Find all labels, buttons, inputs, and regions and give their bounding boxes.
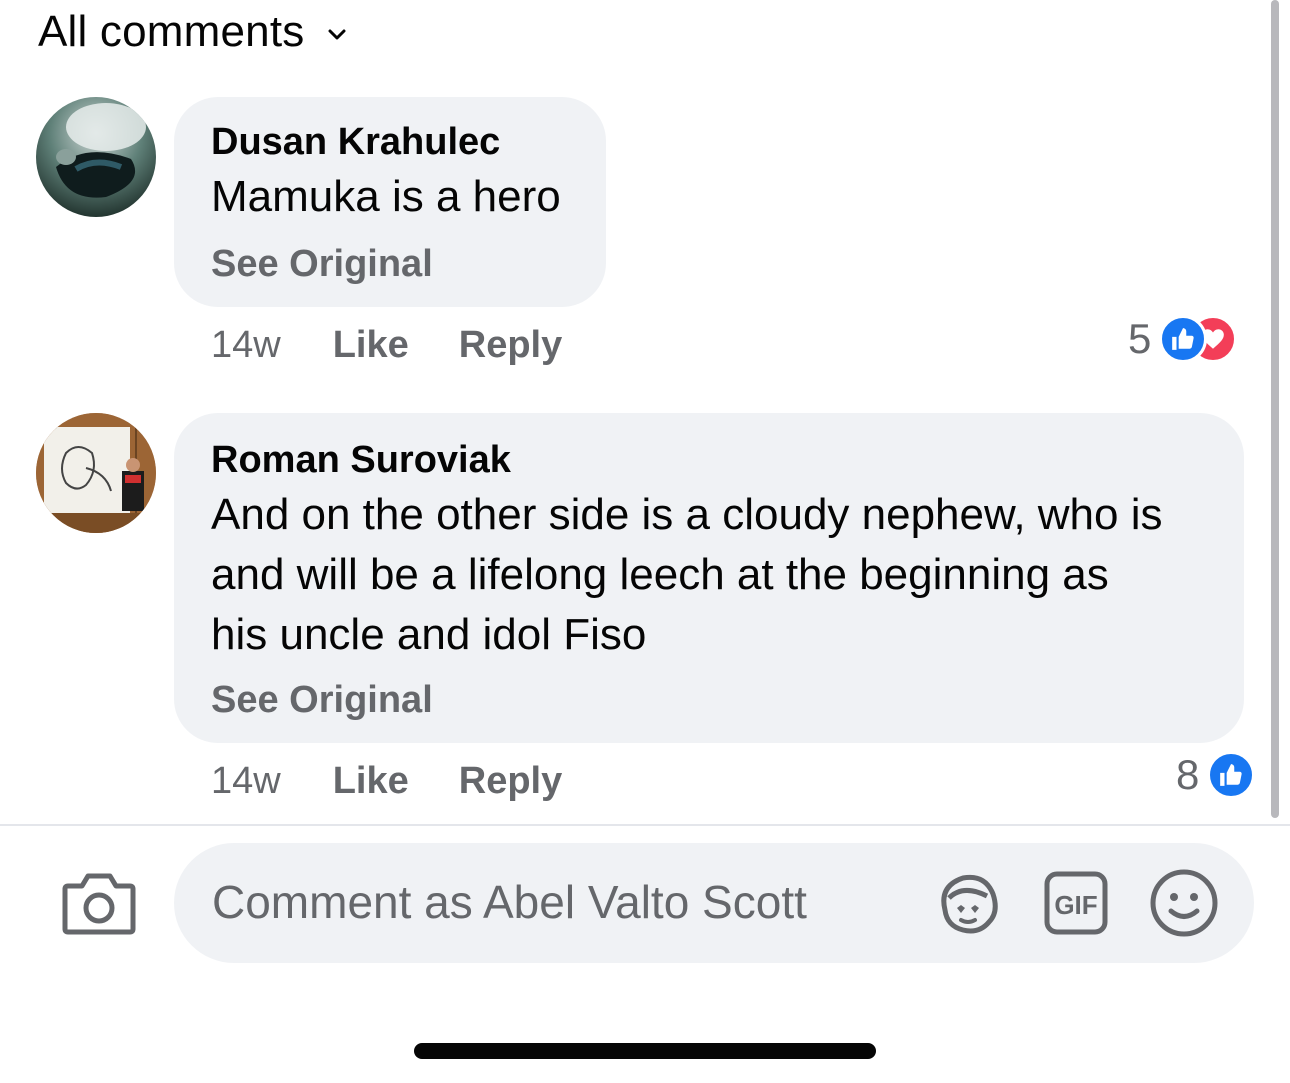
reaction-count: 8 xyxy=(1176,751,1200,798)
comments-filter-label: All comments xyxy=(38,7,305,56)
comment-time: 14w xyxy=(211,324,281,366)
comments-filter[interactable]: All comments xyxy=(38,6,348,58)
like-reaction-icon xyxy=(1207,751,1256,799)
comment-author[interactable]: Dusan Krahulec xyxy=(211,121,500,164)
emoji-icon[interactable] xyxy=(1148,867,1220,939)
reaction-count: 5 xyxy=(1128,315,1152,362)
comment-time: 14w xyxy=(211,760,281,802)
svg-text:GIF: GIF xyxy=(1054,890,1097,920)
avatar[interactable] xyxy=(36,97,156,217)
like-button[interactable]: Like xyxy=(333,324,409,367)
gif-icon[interactable]: GIF xyxy=(1040,867,1112,939)
camera-icon[interactable] xyxy=(62,870,136,936)
like-button[interactable]: Like xyxy=(333,760,409,803)
comment-text-line: and will be a lifelong leech at the begi… xyxy=(211,550,1109,599)
comment-actions: 14w Like Reply xyxy=(211,760,562,803)
reply-button[interactable]: Reply xyxy=(459,324,562,367)
comment-text: Mamuka is a hero xyxy=(211,172,561,221)
avatar[interactable] xyxy=(36,413,156,533)
comment-author[interactable]: Roman Suroviak xyxy=(211,439,511,482)
comment-actions: 14w Like Reply xyxy=(211,324,562,367)
see-original-link[interactable]: See Original xyxy=(211,679,433,722)
avatar-sticker-icon[interactable] xyxy=(932,867,1004,939)
reply-button[interactable]: Reply xyxy=(459,760,562,803)
comment-bubble[interactable]: Roman Suroviak And on the other side is … xyxy=(174,413,1244,743)
reaction-summary[interactable]: 8 xyxy=(1176,751,1256,799)
comment-text-line: his uncle and idol Fiso xyxy=(211,610,647,659)
see-original-link[interactable]: See Original xyxy=(211,243,433,286)
comment-bubble[interactable]: Dusan Krahulec Mamuka is a hero See Orig… xyxy=(174,97,606,307)
divider xyxy=(0,824,1290,826)
home-indicator[interactable] xyxy=(414,1043,876,1059)
scrollbar[interactable] xyxy=(1271,0,1279,818)
comment-text-line: And on the other side is a cloudy nephew… xyxy=(211,490,1163,539)
chevron-down-icon[interactable] xyxy=(326,24,348,46)
reaction-summary[interactable]: 5 xyxy=(1128,315,1238,363)
comment-input[interactable]: Comment as Abel Valto Scott xyxy=(212,875,807,929)
comment-composer[interactable]: Comment as Abel Valto Scott GIF xyxy=(174,843,1254,963)
